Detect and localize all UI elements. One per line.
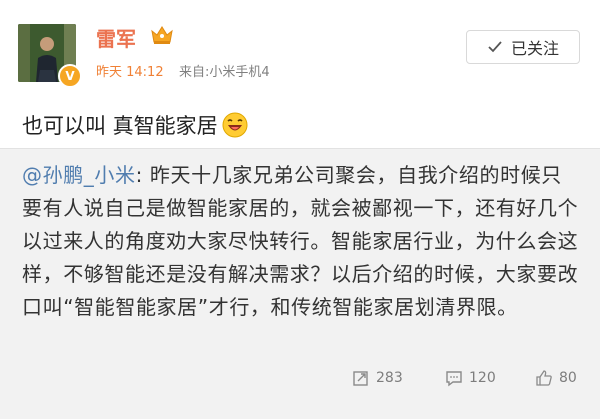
check-icon: [488, 41, 502, 53]
username[interactable]: 雷军: [96, 23, 136, 52]
action-bar: 283 120 80: [0, 369, 600, 399]
comment-icon: [446, 371, 462, 387]
follow-button[interactable]: 已关注: [466, 30, 580, 64]
repost-count: 283: [376, 370, 403, 386]
laugh-emoji-icon: [222, 112, 248, 138]
repost-icon: [353, 371, 368, 386]
repost-text: @孙鹏_小米: 昨天十几家兄弟公司聚会，自我介绍的时候只要有人说自己是做智能家居…: [22, 159, 582, 324]
repost-button[interactable]: 283: [352, 369, 403, 387]
post-text-content: 也可以叫 真智能家居: [22, 114, 218, 138]
comment-button[interactable]: 120: [445, 369, 496, 387]
mention-link[interactable]: @孙鹏_小米: [22, 163, 136, 187]
like-button[interactable]: 80: [535, 369, 577, 387]
post-header: V 雷军 昨天 14:12 来自:小米手机4 已关注: [0, 0, 600, 100]
avatar[interactable]: V: [18, 24, 82, 88]
like-count: 80: [559, 370, 577, 386]
post-time: 昨天 14:12: [96, 65, 164, 80]
repost-box[interactable]: @孙鹏_小米: 昨天十几家兄弟公司聚会，自我介绍的时候只要有人说自己是做智能家居…: [0, 148, 600, 419]
thumbs-up-icon: [536, 370, 552, 386]
member-crown-icon[interactable]: [149, 24, 175, 46]
verified-v-icon: V: [58, 64, 82, 88]
post-source[interactable]: 来自:小米手机4: [179, 61, 270, 80]
follow-label: 已关注: [510, 39, 559, 58]
comment-count: 120: [469, 370, 496, 386]
post-text: 也可以叫 真智能家居: [22, 110, 248, 140]
